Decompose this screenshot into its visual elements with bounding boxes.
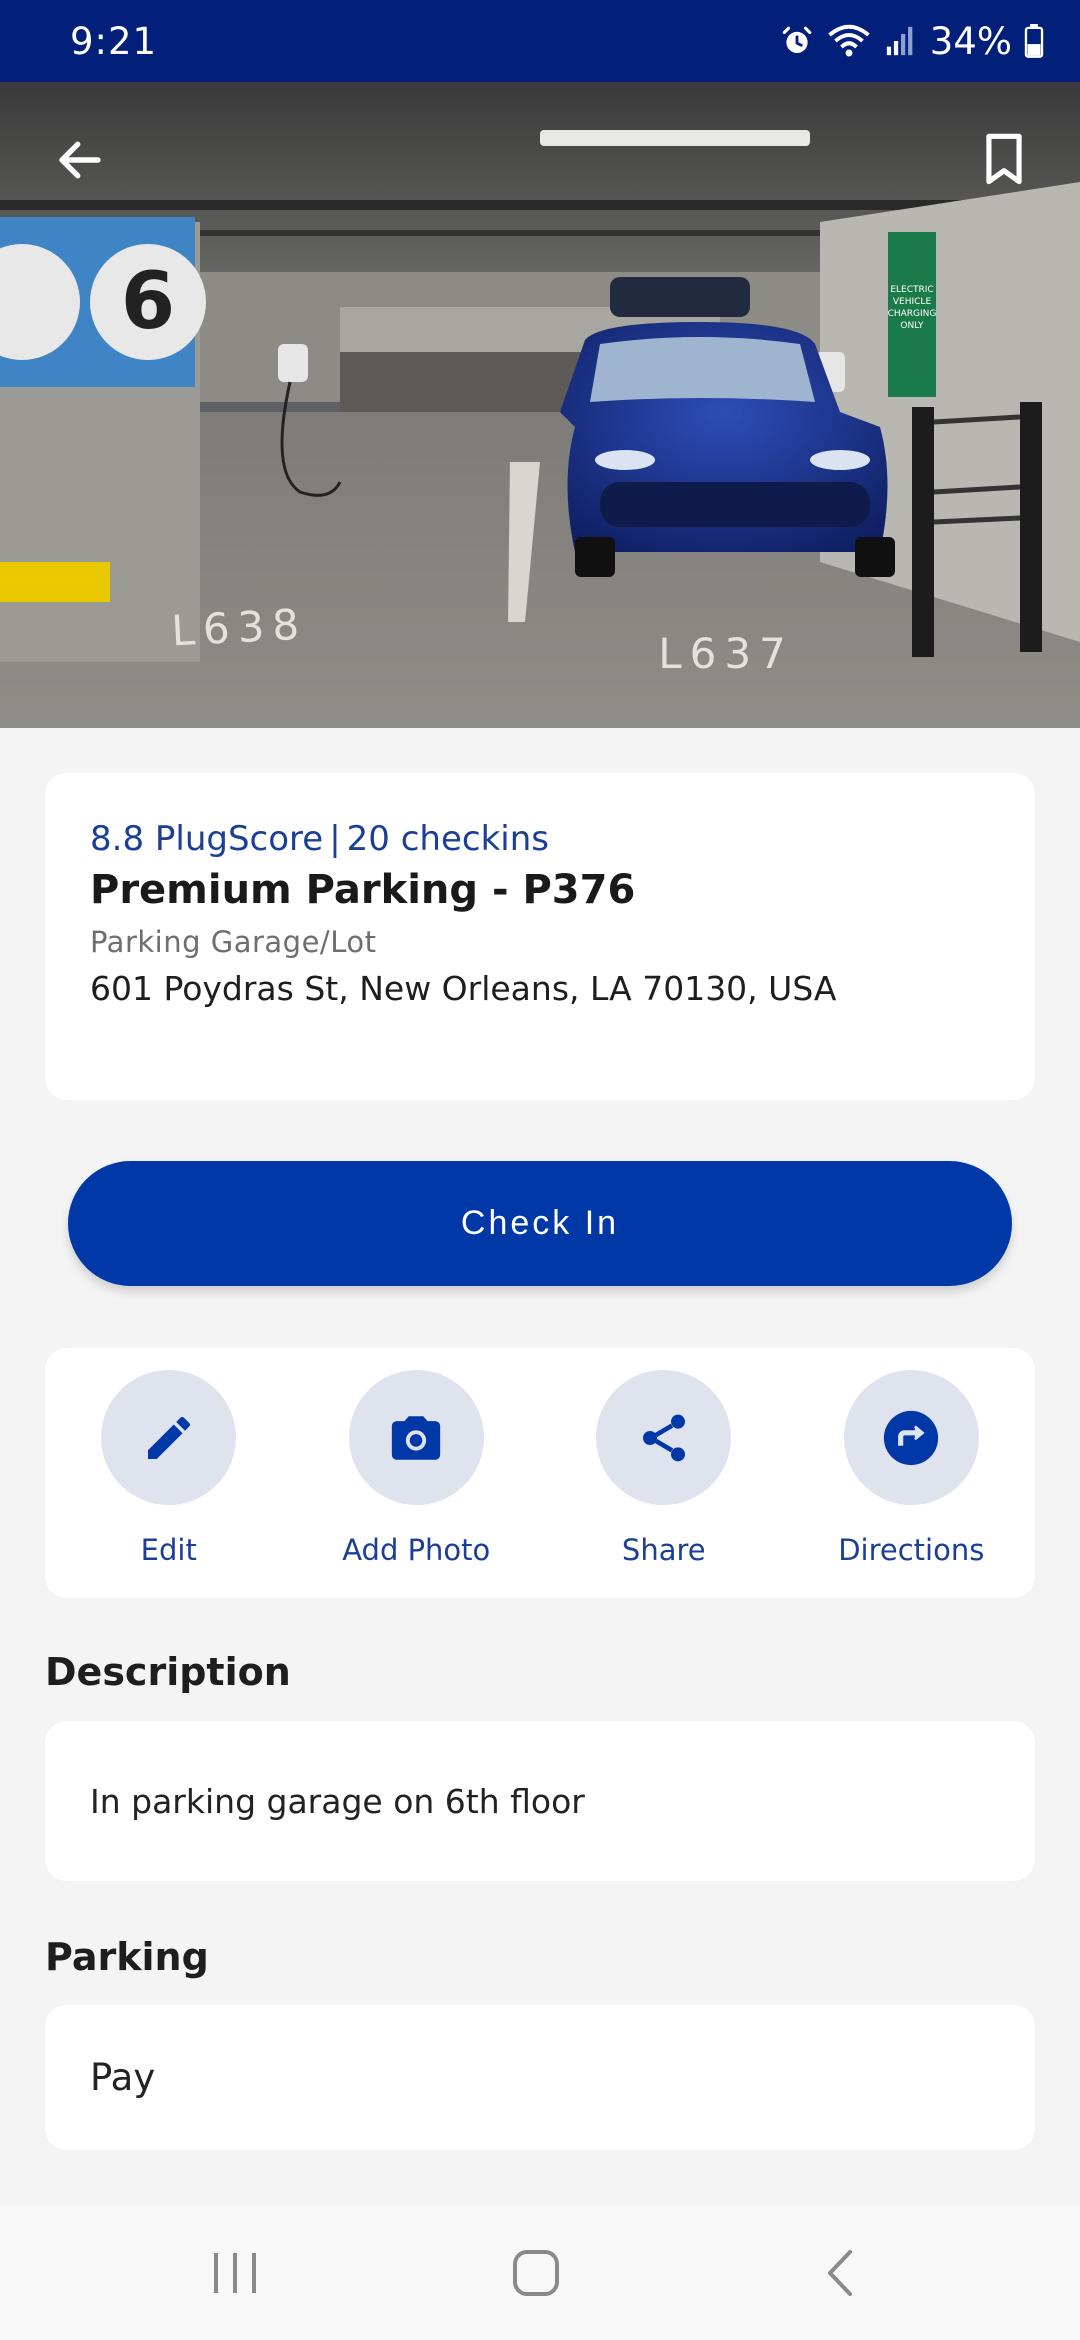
directions-action[interactable]: Directions	[788, 1348, 1036, 1598]
location-type: Parking Garage/Lot	[90, 925, 377, 959]
spot-label-left: L638	[170, 600, 308, 656]
description-card: In parking garage on 6th floor	[45, 1721, 1035, 1881]
share-label: Share	[621, 1533, 706, 1567]
checkins-count[interactable]: 20 checkins	[347, 819, 549, 859]
location-photo[interactable]: 6 ELECTRIC VEHICLE CHARGING ONLY L638 L6…	[0, 82, 1080, 728]
description-text: In parking garage on 6th floor	[90, 1781, 585, 1821]
back-arrow-icon	[59, 141, 101, 179]
status-icons: 34%	[780, 20, 1044, 63]
plug-score[interactable]: 8.8 PlugScore	[90, 819, 323, 859]
location-address: 601 Poydras St, New Orleans, LA 70130, U…	[90, 969, 837, 1008]
battery-percent: 34%	[929, 19, 1012, 63]
ev-sign-line-1: ELECTRIC	[890, 285, 933, 295]
parking-heading: Parking	[45, 1935, 209, 1979]
status-bar: 9:21 34%	[0, 0, 1080, 82]
parking-card: Pay	[45, 2005, 1035, 2150]
score-separator: |	[329, 819, 341, 859]
score-line: 8.8 PlugScore | 20 checkins	[90, 819, 990, 859]
bookmark-button[interactable]	[964, 120, 1044, 200]
home-icon	[513, 2249, 559, 2296]
bookmark-icon	[986, 133, 1022, 185]
share-icon	[642, 1414, 685, 1461]
recents-icon	[214, 2252, 256, 2293]
description-heading: Description	[45, 1650, 291, 1694]
wifi-icon	[827, 24, 870, 57]
parking-value: Pay	[90, 2056, 156, 2099]
location-info-card: 8.8 PlugScore | 20 checkins Premium Parkin…	[45, 773, 1035, 1100]
home-button[interactable]	[466, 2205, 606, 2340]
system-nav-bar	[0, 2205, 1080, 2340]
ev-sign-line-4: ONLY	[900, 321, 924, 331]
system-back-button[interactable]	[770, 2205, 910, 2340]
camera-icon	[392, 1415, 441, 1460]
edit-action[interactable]: Edit	[45, 1348, 293, 1598]
check-in-button[interactable]: Check In	[68, 1161, 1012, 1286]
chevron-left-icon	[828, 2249, 852, 2296]
directions-label: Directions	[838, 1533, 985, 1567]
add-photo-button[interactable]	[348, 1370, 484, 1505]
ev-sign-line-2: VEHICLE	[893, 297, 932, 307]
garage-photo: 6 ELECTRIC VEHICLE CHARGING ONLY L638 L6…	[0, 82, 1080, 728]
floor-number-label: 6	[121, 257, 175, 347]
actions-card: Edit Add Photo Share Directions	[45, 1348, 1035, 1598]
share-action[interactable]: Share	[540, 1348, 788, 1598]
share-button[interactable]	[596, 1370, 732, 1505]
location-name: Premium Parking - P376	[90, 867, 636, 913]
recents-button[interactable]	[165, 2205, 305, 2340]
add-photo-action[interactable]: Add Photo	[293, 1348, 541, 1598]
edit-button[interactable]	[101, 1370, 237, 1505]
edit-label: Edit	[140, 1533, 197, 1567]
pencil-icon	[147, 1416, 190, 1459]
spot-label-right: L637	[658, 629, 794, 678]
battery-icon	[1024, 24, 1044, 58]
directions-icon	[884, 1410, 939, 1465]
ev-sign-line-3: CHARGING	[888, 309, 937, 319]
directions-button[interactable]	[843, 1370, 979, 1505]
signal-icon	[886, 26, 913, 56]
alarm-icon	[782, 26, 812, 54]
back-button[interactable]	[40, 120, 120, 200]
add-photo-label: Add Photo	[342, 1533, 491, 1567]
status-time: 9:21	[70, 19, 158, 63]
